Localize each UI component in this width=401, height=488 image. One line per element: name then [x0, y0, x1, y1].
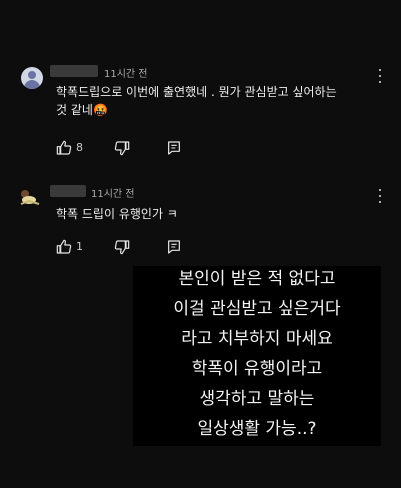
comment-text: 학폭 드립이 유행인가 ㅋ: [56, 205, 178, 223]
user-avatar-icon[interactable]: [18, 186, 42, 210]
thumbs-up-icon: [56, 140, 72, 155]
caption-overlay: 본인이 받은 적 없다고 이걸 관심받고 싶은거다 라고 치부하지 마세요 학폭…: [133, 266, 381, 446]
like-count: 8: [76, 141, 83, 154]
caption-line: 라고 치부하지 마세요: [181, 329, 333, 349]
reply-button[interactable]: [166, 239, 182, 255]
like-button[interactable]: 8: [56, 140, 90, 156]
like-button[interactable]: 1: [56, 239, 90, 255]
caption-line: 이걸 관심받고 싶은거다: [173, 299, 341, 319]
comment-time[interactable]: 11시간 전: [104, 65, 148, 80]
thumbs-down-icon: [114, 141, 130, 156]
dislike-button[interactable]: [114, 140, 130, 156]
author-name-redacted[interactable]: [50, 185, 86, 197]
thumbs-up-icon: [56, 239, 72, 254]
author-name-redacted[interactable]: [50, 65, 98, 77]
comment-text-line: 학폭드립으로 이번에 출연했네 . 뭔가 관심받고 싶어하는: [56, 85, 337, 99]
default-avatar-icon[interactable]: [21, 67, 43, 89]
comment-text: 학폭드립으로 이번에 출연했네 . 뭔가 관심받고 싶어하는 것 같네🤬: [56, 83, 337, 119]
thumbs-down-icon: [114, 240, 130, 255]
caption-line: 생각하고 말하는: [199, 389, 315, 409]
comment-text-line: 학폭 드립이 유행인가 ㅋ: [56, 207, 178, 221]
like-count: 1: [76, 240, 83, 253]
reply-icon: [168, 240, 180, 254]
comment-text-line: 것 같네🤬: [56, 101, 337, 119]
reply-icon: [168, 141, 180, 155]
reply-button[interactable]: [166, 140, 182, 156]
comment-time[interactable]: 11시간 전: [91, 185, 135, 200]
comments-page: 11시간 전 학폭드립으로 이번에 출연했네 . 뭔가 관심받고 싶어하는 것 …: [0, 0, 401, 488]
caption-line: 일상생활 가능..?: [197, 419, 317, 439]
caption-line: 학폭이 유행이라고: [191, 359, 323, 379]
more-options-icon[interactable]: [378, 189, 382, 203]
caption-line: 본인이 받은 적 없다고: [178, 269, 336, 289]
comment-text-line-2: 것 같네: [56, 103, 93, 117]
dislike-button[interactable]: [114, 239, 130, 255]
angry-emoji-icon: 🤬: [92, 103, 108, 117]
more-options-icon[interactable]: [378, 69, 382, 83]
